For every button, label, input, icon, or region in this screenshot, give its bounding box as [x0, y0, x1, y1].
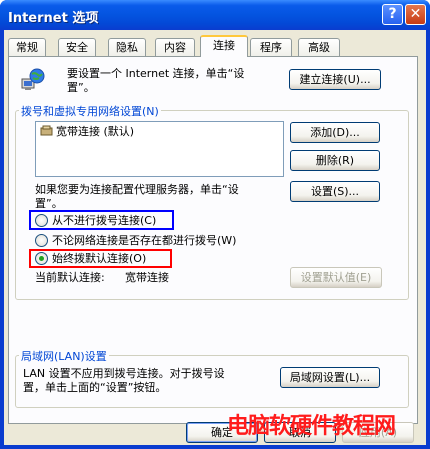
tab-programs[interactable]: 程序	[250, 38, 292, 56]
option-dial-whenever-label[interactable]: 不论网络连接是否存在都进行拨号(W)	[52, 234, 236, 248]
close-button[interactable]: ✕	[405, 4, 426, 25]
close-icon: ✕	[409, 6, 422, 22]
tab-label: 内容	[164, 41, 186, 54]
help-button[interactable]: ?	[382, 4, 403, 25]
dialog-client-area: 常规 安全 隐私 内容 连接 程序 高级 要设置一个 Internet 连接，单…	[4, 30, 426, 445]
setup-connection-button[interactable]: 建立连接(U)...	[289, 69, 381, 90]
current-default-value: 宽带连接	[125, 271, 169, 284]
internet-options-window: Internet 选项 ? ✕ 常规 安全 隐私 内容 连接 程序 高级 要设置…	[0, 0, 430, 449]
tab-label: 隐私	[116, 41, 138, 54]
delete-button[interactable]: 删除(R)	[290, 150, 380, 171]
proxy-text-line1: 如果您要为连接配置代理服务器，单击“设	[35, 183, 239, 196]
connection-icon	[40, 125, 54, 137]
lan-settings-button[interactable]: 局域网设置(L)...	[280, 367, 380, 388]
tab-content[interactable]: 内容	[155, 38, 195, 56]
setup-text-line2: 置”。	[67, 81, 95, 94]
option-always-dial-default-label[interactable]: 始终拨默认连接(O)	[52, 252, 146, 266]
tab-label: 连接	[213, 39, 235, 52]
current-default-label: 当前默认连接:	[35, 271, 105, 284]
question-mark-icon: ?	[388, 6, 397, 22]
option-never-dial-label[interactable]: 从不进行拨号连接(C)	[52, 214, 156, 228]
lan-legend: 局域网(LAN)设置	[19, 348, 109, 364]
window-title: Internet 选项	[8, 11, 99, 26]
title-bar[interactable]: Internet 选项 ? ✕	[0, 0, 430, 30]
lan-text-line2: 置，单击上面的“设置”按钮。	[23, 381, 167, 394]
tab-advanced[interactable]: 高级	[298, 38, 340, 56]
set-default-button[interactable]: 设置默认值(E)	[290, 267, 382, 288]
settings-button[interactable]: 设置(S)...	[290, 181, 380, 202]
tab-label: 高级	[308, 41, 330, 54]
watermark-text: 电脑软硬件教程网	[227, 414, 396, 439]
tab-connections[interactable]: 连接	[200, 35, 248, 57]
add-button[interactable]: 添加(D)...	[290, 122, 380, 143]
radio-always-dial-default[interactable]	[35, 252, 48, 265]
connection-list[interactable]: 宽带连接 (默认)	[35, 121, 284, 177]
radio-selected-dot	[39, 256, 44, 261]
tab-label: 常规	[16, 41, 38, 54]
tab-general[interactable]: 常规	[8, 38, 46, 56]
list-item[interactable]: 宽带连接 (默认)	[56, 125, 134, 139]
lan-text-line1: LAN 设置不应用到拨号连接。对于拨号设	[23, 367, 225, 380]
dialup-legend: 拨号和虚拟专用网络设置(N)	[19, 103, 161, 119]
tab-security[interactable]: 安全	[58, 38, 96, 56]
tab-label: 安全	[66, 41, 88, 54]
tab-label: 程序	[260, 41, 282, 54]
tab-privacy[interactable]: 隐私	[108, 38, 146, 56]
radio-dial-whenever[interactable]	[35, 234, 48, 247]
connections-panel: 要设置一个 Internet 连接，单击“设 置”。 建立连接(U)... 拨号…	[8, 56, 418, 424]
network-globe-icon	[21, 68, 45, 92]
setup-text-line1: 要设置一个 Internet 连接，单击“设	[67, 67, 245, 80]
proxy-text-line2: 置”。	[35, 197, 63, 210]
radio-never-dial[interactable]	[35, 214, 48, 227]
